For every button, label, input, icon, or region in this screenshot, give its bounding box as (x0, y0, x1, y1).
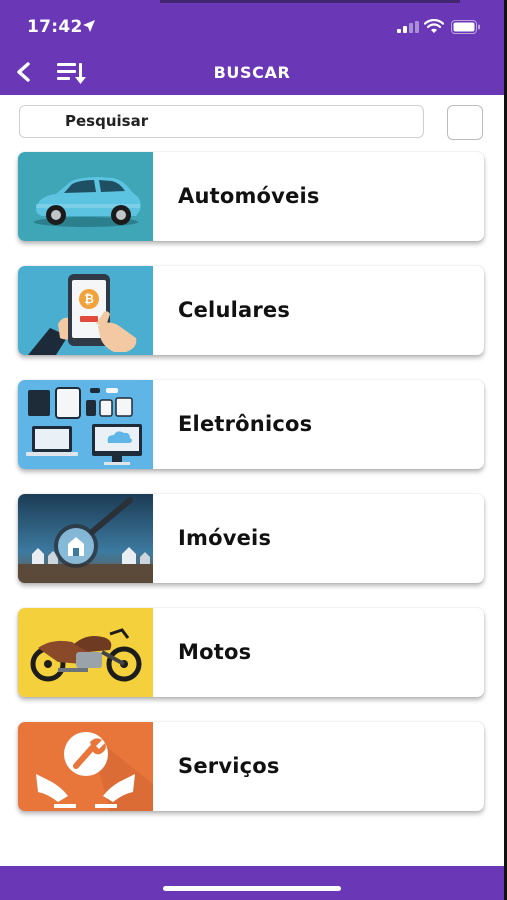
category-label: Motos (178, 640, 252, 664)
category-label: Celulares (178, 298, 291, 322)
electronics-image (18, 380, 153, 469)
category-card-motos[interactable]: Motos (18, 608, 484, 697)
category-label: Serviços (178, 754, 280, 778)
battery-icon (451, 20, 480, 34)
hands-wrench-image (18, 722, 153, 811)
home-indicator[interactable] (163, 886, 341, 891)
wifi-icon (424, 19, 444, 33)
category-card-imoveis[interactable]: Imóveis (18, 494, 484, 583)
page-title: BUSCAR (213, 63, 291, 82)
header-bar: 17:42 BUSCAR (0, 0, 504, 95)
smartphone-image: ₿ (18, 266, 153, 355)
signal-icon (397, 21, 419, 33)
house-magnifier-image (18, 494, 153, 583)
app-screen: 17:42 BUSCAR Pesquisar Automóveis ₿ Celu… (0, 0, 504, 900)
svg-text:₿: ₿ (84, 292, 94, 306)
category-card-automoveis[interactable]: Automóveis (18, 152, 484, 241)
location-arrow-icon (83, 20, 95, 32)
category-label: Automóveis (178, 184, 320, 208)
category-card-celulares[interactable]: ₿ Celulares (18, 266, 484, 355)
bottom-bar (0, 866, 504, 900)
search-input[interactable]: Pesquisar (19, 105, 424, 138)
category-card-servicos[interactable]: Serviços (18, 722, 484, 811)
car-image (18, 152, 153, 241)
category-card-eletronicos[interactable]: Eletrônicos (18, 380, 484, 469)
top-edge (160, 0, 460, 3)
category-label: Imóveis (178, 526, 272, 550)
category-label: Eletrônicos (178, 412, 313, 436)
motorcycle-image (18, 608, 153, 697)
filter-checkbox[interactable] (447, 105, 483, 140)
status-time: 17:42 (27, 17, 83, 37)
